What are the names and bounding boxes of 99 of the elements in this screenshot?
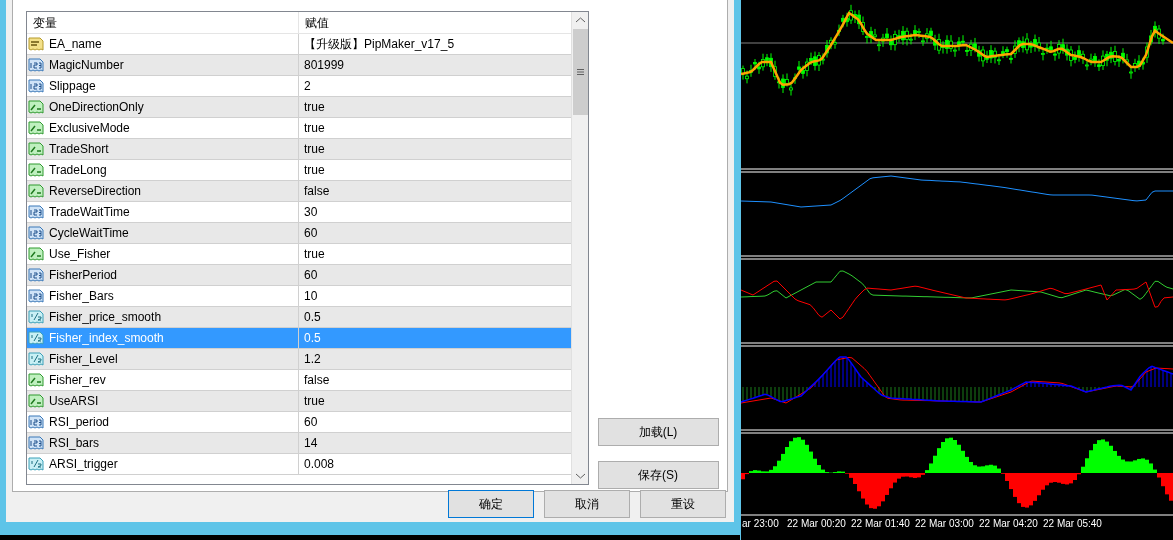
variable-icon: [28, 204, 44, 220]
variable-icon: [28, 351, 44, 367]
table-row[interactable]: Fisher_Bars 10: [27, 286, 571, 307]
variable-name: CycleWaitTime: [49, 225, 129, 242]
toggle-icon: [28, 120, 44, 136]
variable-value: 0.5: [304, 330, 321, 347]
side-button[interactable]: 加载(L): [597, 418, 719, 446]
variable-value: true: [304, 141, 325, 158]
table-row[interactable]: TradeWaitTime 30: [27, 202, 571, 223]
toggle-icon: [28, 162, 44, 178]
variable-name: RSI_period: [49, 414, 110, 431]
table-row[interactable]: MagicNumber 801999: [27, 55, 571, 76]
variable-value: true: [304, 99, 325, 116]
toggle-icon: [28, 99, 44, 115]
variable-name: Fisher_rev: [49, 372, 106, 389]
variable-value: true: [304, 120, 325, 137]
time-axis-label: 22 Mar 01:40: [851, 518, 910, 529]
variable-name: UseARSI: [49, 393, 99, 410]
table-row[interactable]: Fisher_Level 1.2: [27, 349, 571, 370]
variable-icon: [28, 57, 44, 73]
toggle-icon: [28, 183, 44, 199]
dialog-button[interactable]: 取消: [544, 490, 630, 518]
time-axis-label: ar 23:00: [742, 518, 779, 529]
variable-icon: [28, 414, 44, 430]
side-button[interactable]: 保存(S): [597, 461, 719, 489]
variable-value: 2: [304, 78, 311, 95]
toggle-icon: [28, 393, 44, 409]
table-row[interactable]: OneDirectionOnly true: [27, 97, 571, 118]
time-axis-label: 22 Mar 00:20: [787, 518, 846, 529]
variable-value: true: [304, 162, 325, 179]
variable-value: 0.5: [304, 309, 321, 326]
table-row[interactable]: Slippage 2: [27, 76, 571, 97]
table-row[interactable]: EA_name 【升级版】PipMaker_v17_5: [27, 34, 571, 55]
table-row[interactable]: TradeLong true: [27, 160, 571, 181]
grip-icon: [576, 69, 584, 75]
table-row[interactable]: FisherPeriod 60: [27, 265, 571, 286]
variable-icon: [28, 435, 44, 451]
table-row[interactable]: ReverseDirection false: [27, 181, 571, 202]
variable-icon: [28, 225, 44, 241]
variable-name: Fisher_Bars: [49, 288, 114, 305]
table-row[interactable]: ARSI_trigger 0.008: [27, 454, 571, 475]
time-axis-label: 22 Mar 05:40: [1043, 518, 1102, 529]
dialog-button[interactable]: 确定: [448, 490, 534, 518]
time-axis-label: 22 Mar 04:20: [979, 518, 1038, 529]
variable-name: Use_Fisher: [49, 246, 111, 263]
variable-name: ReverseDirection: [49, 183, 142, 200]
scrollbar[interactable]: [571, 12, 588, 484]
variable-value: 60: [304, 267, 318, 284]
table-row[interactable]: CycleWaitTime 60: [27, 223, 571, 244]
table-row[interactable]: Fisher_rev false: [27, 370, 571, 391]
variable-name: RSI_bars: [49, 435, 100, 452]
variable-value: true: [304, 393, 325, 410]
variable-icon: [28, 456, 44, 472]
column-header[interactable]: 赋值: [299, 12, 571, 33]
variable-icon: [28, 330, 44, 346]
column-header[interactable]: 变量: [27, 12, 299, 33]
toggle-icon: [28, 246, 44, 262]
variable-icon: [28, 78, 44, 94]
variable-value: 60: [304, 414, 318, 431]
variable-name: TradeShort: [49, 141, 109, 158]
table-row[interactable]: RSI_period 60: [27, 412, 571, 433]
variable-icon: [28, 267, 44, 283]
variable-value: 0.008: [304, 456, 335, 473]
toggle-icon: [28, 372, 44, 388]
variable-name: TradeWaitTime: [49, 204, 130, 221]
table-row[interactable]: Fisher_price_smooth 0.5: [27, 307, 571, 328]
variable-name: EA_name: [49, 36, 102, 53]
variable-name: ARSI_trigger: [49, 456, 118, 473]
variable-icon: [28, 36, 44, 52]
table-row[interactable]: Use_Fisher true: [27, 244, 571, 265]
variable-value: 801999: [304, 57, 345, 74]
table-row[interactable]: ExclusiveMode true: [27, 118, 571, 139]
variable-name: TradeLong: [49, 162, 107, 179]
variable-name: MagicNumber: [49, 57, 124, 74]
variable-value: 14: [304, 435, 318, 452]
dialog-button[interactable]: 重设: [640, 490, 726, 518]
variable-value: 10: [304, 288, 318, 305]
variable-value: false: [304, 183, 330, 200]
variable-name: FisherPeriod: [49, 267, 118, 284]
variable-name: Slippage: [49, 78, 96, 95]
variable-name: OneDirectionOnly: [49, 99, 144, 116]
variable-value: 60: [304, 225, 318, 242]
toggle-icon: [28, 141, 44, 157]
variable-icon: [28, 288, 44, 304]
scrollbar-thumb[interactable]: [572, 29, 588, 115]
table-row[interactable]: UseARSI true: [27, 391, 571, 412]
variable-name: Fisher_price_smooth: [49, 309, 162, 326]
variable-value: 1.2: [304, 351, 321, 368]
variable-value: false: [304, 372, 330, 389]
variable-value: 【升级版】PipMaker_v17_5: [304, 36, 455, 53]
variable-name: ExclusiveMode: [49, 120, 130, 137]
table-row[interactable]: RSI_bars 14: [27, 433, 571, 454]
variable-name: Fisher_Level: [49, 351, 118, 368]
variable-value: 30: [304, 204, 318, 221]
table-row[interactable]: TradeShort true: [27, 139, 571, 160]
variable-value: true: [304, 246, 325, 263]
time-axis-label: 22 Mar 03:00: [915, 518, 974, 529]
variable-name: Fisher_index_smooth: [49, 330, 164, 347]
variable-icon: [28, 309, 44, 325]
